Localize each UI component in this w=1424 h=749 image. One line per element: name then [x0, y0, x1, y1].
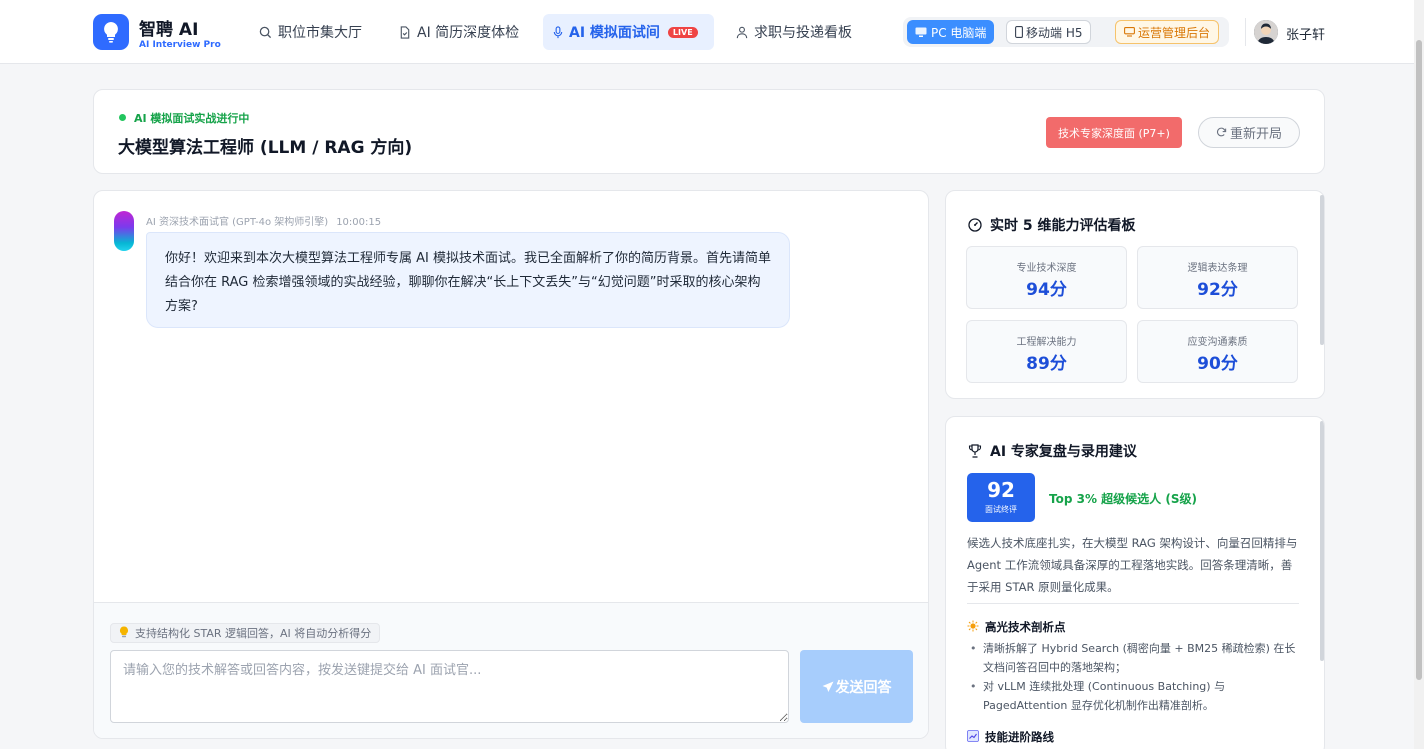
nav-item-resume[interactable]: AI 简历深度体检 [389, 14, 529, 50]
score-card: 工程解决能力 89分 [966, 320, 1127, 383]
divider [967, 603, 1299, 604]
session-header: AI 模拟面试实战进行中 大模型算法工程师 (LLM / RAG 方向) 技术专… [93, 89, 1325, 174]
score-value: 94分 [1026, 280, 1067, 300]
page-scrollbar-thumb[interactable] [1416, 40, 1422, 680]
list-item: 清晰拆解了 Hybrid Search (稠密向量 + BM25 稀疏检索) 在… [967, 639, 1301, 677]
nav-item-dashboard[interactable]: 求职与投递看板 [726, 14, 862, 50]
list-item: 对 vLLM 连续批处理 (Continuous Batching) 与 Pag… [967, 677, 1301, 715]
gauge-icon [968, 218, 982, 232]
trophy-icon [968, 444, 982, 458]
h5-mode-label: 移动端 H5 [1026, 25, 1083, 40]
panel-scrollbar[interactable] [1320, 421, 1324, 661]
message-time: 10:00:15 [336, 217, 382, 228]
ability-board: 实时 5 维能力评估看板 专业技术深度 94分 逻辑表达条理 92分 工程解决能… [945, 190, 1325, 399]
final-score-label: 面试终评 [985, 505, 1017, 514]
send-answer-button[interactable]: 发送回答 [800, 650, 913, 723]
status-indicator [119, 114, 126, 121]
message-sender: AI 资深技术面试官 (GPT-4o 架构师引擎) [146, 217, 329, 228]
top-navbar: 智聘 AI AI Interview Pro 职位市集大厅 AI 简历深度体检 … [0, 0, 1424, 64]
answer-input[interactable] [110, 650, 789, 723]
file-check-icon [399, 25, 411, 39]
ops-console-label: 运营管理后台 [1138, 25, 1211, 40]
pc-mode-label: PC 电脑端 [931, 25, 987, 40]
monitor-icon [915, 27, 927, 38]
score-value: 89分 [1026, 354, 1067, 374]
user-icon [736, 26, 748, 39]
final-score-badge: 92 面试终评 [967, 473, 1035, 522]
send-icon [822, 681, 834, 693]
ai-interviewer-avatar [114, 211, 134, 251]
restart-button[interactable]: 重新开局 [1198, 117, 1300, 148]
chat-panel: AI 资深技术面试官 (GPT-4o 架构师引擎) 10:00:15 你好！欢迎来… [93, 190, 929, 739]
highlights-title: 高光技术剖析点 [985, 620, 1066, 634]
score-card: 逻辑表达条理 92分 [1137, 246, 1298, 309]
answer-hint-text: 支持结构化 STAR 逻辑回答，AI 将自动分析得分 [135, 627, 372, 640]
nav-label: AI 简历深度体检 [417, 25, 520, 41]
review-title: AI 专家复盘与录用建议 [968, 441, 1137, 461]
answer-composer: 支持结构化 STAR 逻辑回答，AI 将自动分析得分 发送回答 [94, 602, 928, 738]
live-badge: LIVE [667, 26, 698, 38]
avatar[interactable] [1254, 20, 1278, 44]
skill-path-title: 技能进阶路线 [985, 730, 1054, 744]
score-card: 应变沟通素质 90分 [1137, 320, 1298, 383]
candidate-rank: Top 3% 超级候选人 (S级) [1049, 492, 1197, 506]
expert-review-panel: AI 专家复盘与录用建议 92 面试终评 Top 3% 超级候选人 (S级) 候… [945, 416, 1325, 749]
final-score: 92 [987, 478, 1015, 502]
refresh-icon [1216, 127, 1227, 138]
page-scrollbar[interactable] [1414, 0, 1424, 749]
sparkle-icon [967, 620, 979, 635]
score-value: 92分 [1197, 280, 1238, 300]
answer-hint: 支持结构化 STAR 逻辑回答，AI 将自动分析得分 [110, 623, 381, 643]
page-title: 大模型算法工程师 (LLM / RAG 方向) [118, 138, 413, 158]
monitor-icon [1124, 27, 1135, 37]
review-title-text: AI 专家复盘与录用建议 [990, 444, 1137, 460]
chart-icon [967, 729, 979, 745]
brand-subtitle: AI Interview Pro [139, 40, 221, 50]
lightbulb-icon[interactable] [93, 14, 129, 50]
score-card: 专业技术深度 94分 [966, 246, 1127, 309]
device-mode-switch: PC 电脑端 移动端 H5 运营管理后台 [903, 17, 1229, 47]
ai-message-bubble: 你好！欢迎来到本次大模型算法工程师专属 AI 模拟技术面试。我已全面解析了你的简… [146, 232, 790, 328]
score-label: 逻辑表达条理 [1187, 263, 1248, 274]
restart-label: 重新开局 [1229, 127, 1282, 142]
microphone-icon [553, 25, 563, 39]
pc-mode-button[interactable]: PC 电脑端 [907, 20, 995, 44]
ops-console-button[interactable]: 运营管理后台 [1115, 20, 1220, 44]
message-meta: AI 资深技术面试官 (GPT-4o 架构师引擎) 10:00:15 [146, 213, 381, 228]
ability-board-title-text: 实时 5 维能力评估看板 [990, 218, 1136, 234]
score-label: 应变沟通素质 [1187, 337, 1248, 348]
phone-icon [1015, 26, 1023, 38]
highlights-list: 清晰拆解了 Hybrid Search (稠密向量 + BM25 稀疏检索) 在… [967, 639, 1301, 715]
nav-label: 职位市集大厅 [278, 25, 362, 41]
score-label: 工程解决能力 [1016, 337, 1077, 348]
search-icon [259, 26, 272, 39]
score-label: 专业技术深度 [1016, 263, 1077, 274]
send-answer-label: 发送回答 [835, 678, 892, 695]
h5-mode-button[interactable]: 移动端 H5 [1006, 20, 1092, 44]
highlights-heading: 高光技术剖析点 [967, 619, 1066, 635]
nav-item-jobs[interactable]: 职位市集大厅 [249, 14, 372, 50]
interview-level-tag: 技术专家深度面 (P7+) [1046, 117, 1182, 148]
nav-label: 求职与投递看板 [754, 25, 852, 41]
session-status: AI 模拟面试实战进行中 [134, 112, 250, 125]
bulb-icon [119, 626, 129, 641]
nav-label: AI 模拟面试间 [569, 25, 660, 41]
panel-scrollbar[interactable] [1320, 195, 1324, 345]
score-value: 90分 [1197, 354, 1238, 374]
divider [1245, 18, 1246, 46]
review-summary: 候选人技术底座扎实，在大模型 RAG 架构设计、向量召回精排与 Agent 工作… [967, 536, 1298, 594]
user-name[interactable]: 张子轩 [1286, 24, 1325, 43]
brand-name[interactable]: 智聘 AI [139, 15, 198, 40]
ability-board-title: 实时 5 维能力评估看板 [968, 215, 1136, 235]
nav-item-interview[interactable]: AI 模拟面试间 LIVE [543, 14, 714, 50]
skill-path-heading: 技能进阶路线 [967, 729, 1054, 745]
